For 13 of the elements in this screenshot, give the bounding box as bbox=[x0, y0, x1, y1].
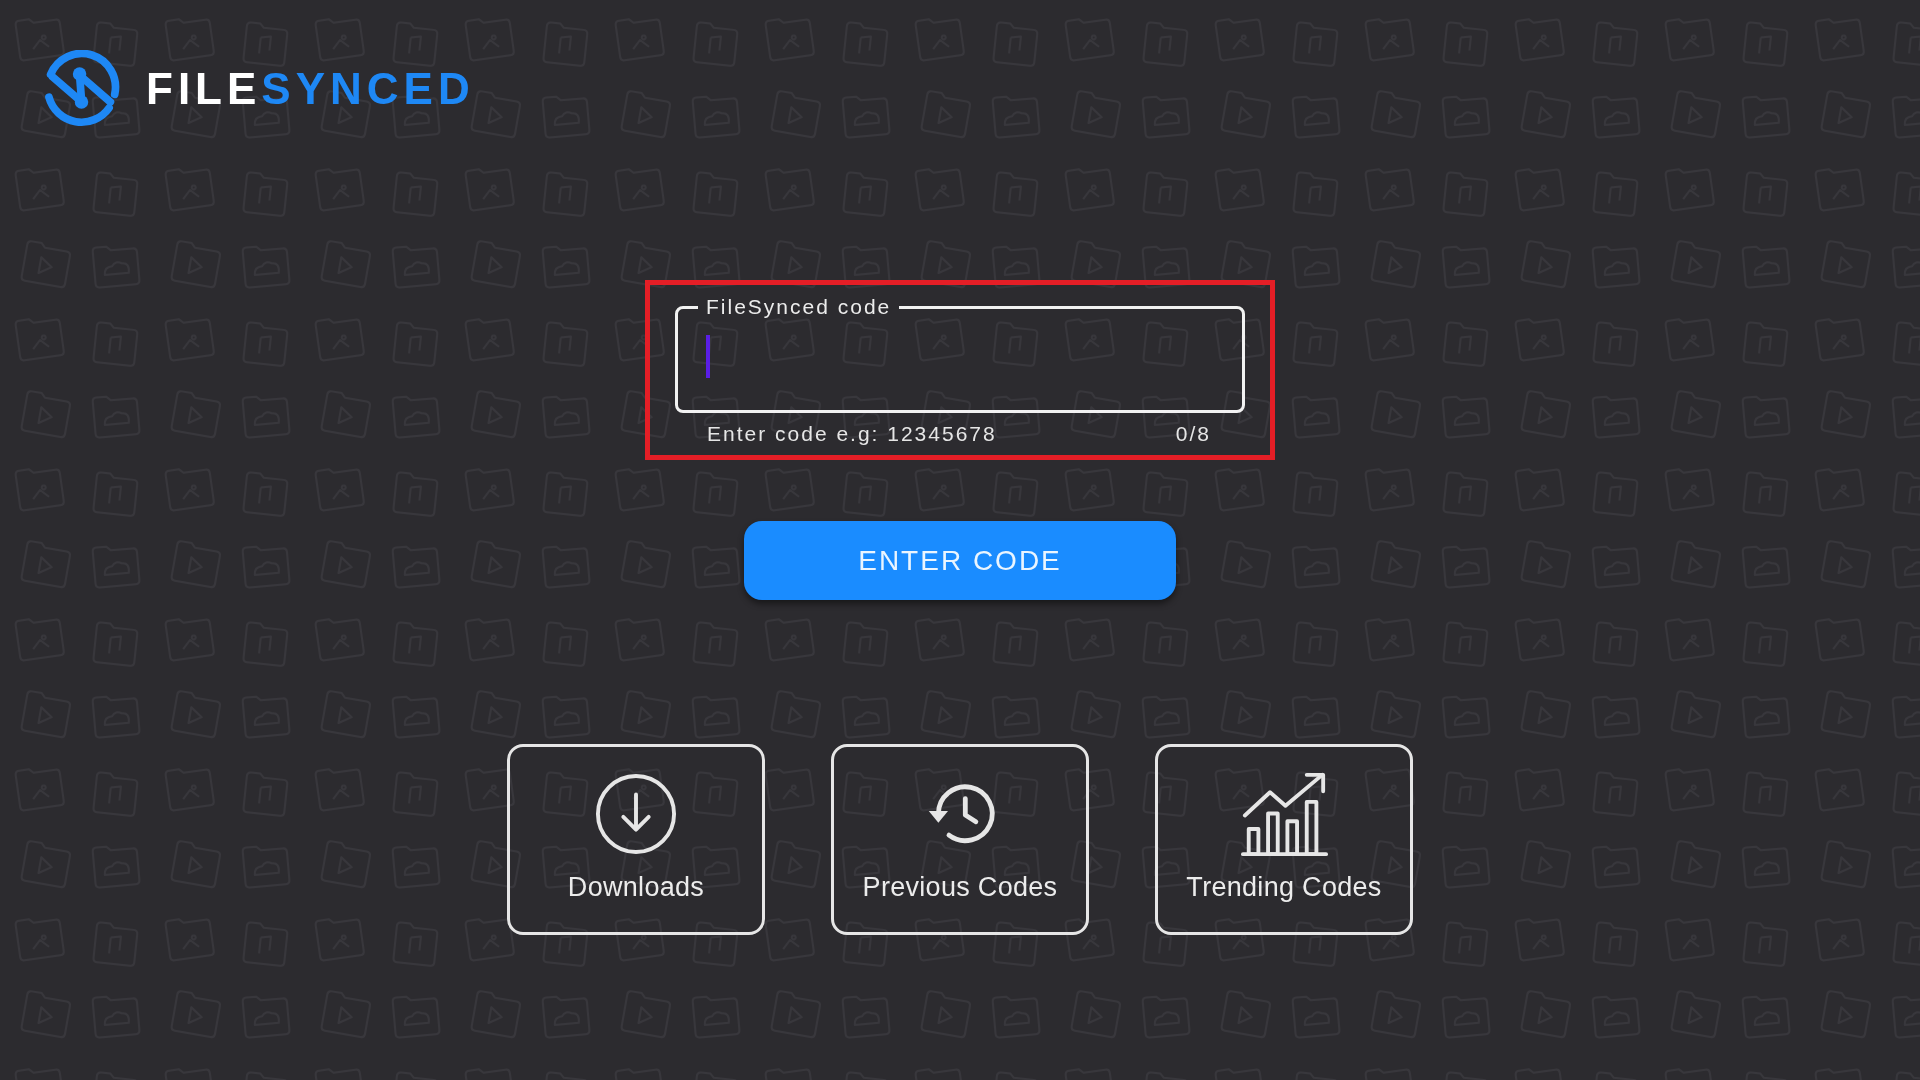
trending-chart-icon bbox=[1240, 770, 1328, 858]
character-counter: 0/8 bbox=[1175, 421, 1211, 446]
download-icon bbox=[595, 773, 677, 855]
shortcut-button[interactable]: Downloads bbox=[507, 744, 765, 935]
shortcut-button[interactable]: Previous Codes bbox=[831, 744, 1089, 935]
shortcut-label: Trending Codes bbox=[1186, 872, 1382, 903]
shortcut-label: Downloads bbox=[567, 872, 705, 903]
field-label: FileSynced code bbox=[705, 295, 893, 319]
logo-wordmark: FILESYNCED bbox=[146, 66, 475, 111]
helper-text: Enter code e.g: 12345678 bbox=[707, 421, 997, 446]
logo-icon bbox=[43, 50, 120, 127]
shortcut-button[interactable]: Trending Codes bbox=[1155, 744, 1413, 935]
shortcut-label: Previous Codes bbox=[862, 872, 1058, 903]
